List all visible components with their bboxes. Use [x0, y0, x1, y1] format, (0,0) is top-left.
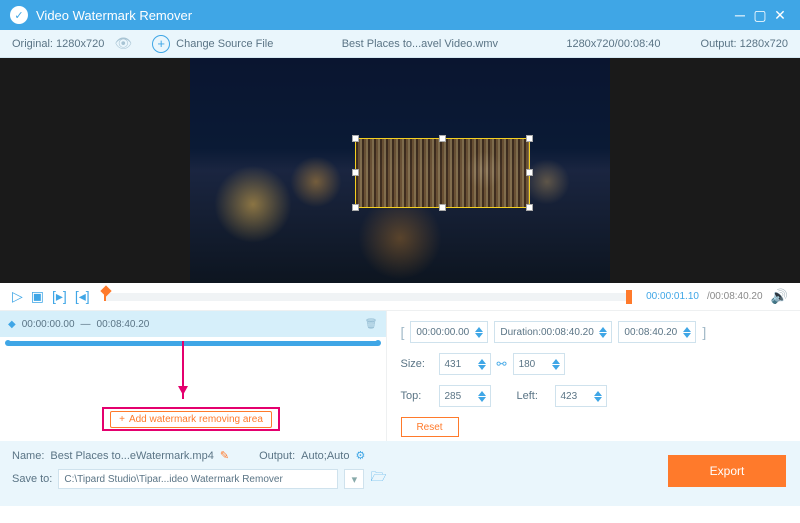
- add-source-icon[interactable]: +: [152, 35, 170, 53]
- title-bar: ✓ Video Watermark Remover ─ ▢ ✕: [0, 0, 800, 30]
- video-frame[interactable]: [190, 58, 610, 283]
- reset-button[interactable]: Reset: [401, 417, 459, 437]
- segment-handle-end[interactable]: [375, 340, 381, 346]
- mark-in-button[interactable]: [▸]: [52, 288, 67, 305]
- playhead-icon[interactable]: [100, 285, 111, 296]
- segments-panel: ◆ 00:00:00.00 — 00:08:40.20 🗑 +Add water…: [0, 311, 387, 441]
- original-label: Original: 1280x720: [12, 38, 104, 50]
- aspect-lock-icon[interactable]: ⚯: [497, 357, 507, 371]
- left-label: Left:: [517, 390, 549, 402]
- export-button[interactable]: Export: [668, 455, 786, 487]
- duration-input[interactable]: Duration:00:08:40.20: [494, 321, 612, 343]
- edit-name-icon[interactable]: ✎: [220, 449, 229, 462]
- width-input[interactable]: 431: [439, 353, 491, 375]
- range-start-input[interactable]: 00:00:00.00: [410, 321, 488, 343]
- resize-handle-ne[interactable]: [526, 135, 533, 142]
- name-label: Name:: [12, 450, 44, 462]
- preview-toggle-icon[interactable]: 👁: [114, 35, 132, 52]
- delete-segment-icon[interactable]: 🗑: [365, 319, 378, 330]
- watermark-selection-box[interactable]: [355, 138, 530, 208]
- source-filename: Best Places to...avel Video.wmv: [342, 38, 498, 50]
- resize-handle-se[interactable]: [526, 204, 533, 211]
- volume-icon[interactable]: 🔊: [771, 288, 788, 305]
- stop-button[interactable]: ▣: [31, 288, 44, 305]
- spinner-up-icon[interactable]: [475, 323, 483, 332]
- range-end-input[interactable]: 00:08:40.20: [618, 321, 696, 343]
- bracket-open-icon[interactable]: [: [401, 324, 405, 340]
- save-to-label: Save to:: [12, 473, 52, 485]
- output-settings-icon[interactable]: ⚙: [355, 449, 365, 462]
- change-source-button[interactable]: Change Source File: [176, 38, 273, 50]
- annotation-arrow: [182, 341, 184, 399]
- current-time: 00:00:01.10: [646, 291, 699, 302]
- editor-section: ◆ 00:00:00.00 — 00:08:40.20 🗑 +Add water…: [0, 311, 800, 441]
- segment-marker-icon: ◆: [8, 319, 16, 330]
- top-input[interactable]: 285: [439, 385, 491, 407]
- segment-track[interactable]: [8, 341, 378, 346]
- save-path-input[interactable]: C:\Tipard Studio\Tipar...ideo Watermark …: [58, 469, 338, 489]
- total-time: /00:08:40.20: [707, 291, 763, 302]
- timeline-end-marker[interactable]: [626, 290, 632, 304]
- resize-handle-n[interactable]: [439, 135, 446, 142]
- segment-row[interactable]: ◆ 00:00:00.00 — 00:08:40.20 🗑: [0, 311, 386, 337]
- output-label: Output:: [259, 450, 295, 462]
- resize-handle-nw[interactable]: [352, 135, 359, 142]
- open-folder-icon[interactable]: 🗁: [370, 468, 386, 490]
- app-logo-icon: ✓: [10, 6, 28, 24]
- resize-handle-e[interactable]: [526, 169, 533, 176]
- play-button[interactable]: ▷: [12, 288, 23, 305]
- segment-handle-start[interactable]: [5, 340, 11, 346]
- add-watermark-area-button[interactable]: +Add watermark removing area: [110, 411, 272, 428]
- resize-handle-w[interactable]: [352, 169, 359, 176]
- path-dropdown-button[interactable]: ▾: [344, 469, 364, 489]
- top-label: Top:: [401, 390, 433, 402]
- plus-icon: +: [119, 414, 125, 425]
- minimize-button[interactable]: ─: [730, 7, 750, 23]
- segment-end: 00:08:40.20: [97, 319, 150, 330]
- info-bar: Original: 1280x720 👁 + Change Source Fil…: [0, 30, 800, 58]
- timeline-scrubber[interactable]: [104, 293, 632, 301]
- close-button[interactable]: ✕: [770, 7, 790, 24]
- annotation-highlight: +Add watermark removing area: [102, 407, 280, 431]
- output-value: Auto;Auto: [301, 450, 349, 462]
- segment-start: 00:00:00.00: [22, 319, 75, 330]
- bottom-bar: Name: Best Places to...eWatermark.mp4 ✎ …: [0, 441, 800, 506]
- height-input[interactable]: 180: [513, 353, 565, 375]
- bracket-close-icon[interactable]: ]: [702, 324, 706, 340]
- playback-controls: ▷ ▣ [▸] [◂] 00:00:01.10/00:08:40.20 🔊: [0, 283, 800, 311]
- app-title: Video Watermark Remover: [36, 8, 730, 23]
- time-range-row: [ 00:00:00.00 Duration:00:08:40.20 00:08…: [401, 321, 787, 343]
- resize-handle-sw[interactable]: [352, 204, 359, 211]
- resize-handle-s[interactable]: [439, 204, 446, 211]
- output-name: Best Places to...eWatermark.mp4: [50, 450, 213, 462]
- mark-out-button[interactable]: [◂]: [75, 288, 90, 305]
- output-label: Output: 1280x720: [701, 38, 788, 50]
- size-row: Size: 431 ⚯ 180: [401, 353, 787, 375]
- position-row: Top: 285 Left: 423: [401, 385, 787, 407]
- size-label: Size:: [401, 358, 433, 370]
- left-input[interactable]: 423: [555, 385, 607, 407]
- properties-panel: [ 00:00:00.00 Duration:00:08:40.20 00:08…: [387, 311, 800, 441]
- segment-sep: —: [81, 319, 91, 330]
- source-dims-duration: 1280x720/00:08:40: [566, 38, 660, 50]
- video-preview-area: [0, 58, 800, 283]
- maximize-button[interactable]: ▢: [750, 7, 770, 24]
- spinner-down-icon[interactable]: [475, 333, 483, 342]
